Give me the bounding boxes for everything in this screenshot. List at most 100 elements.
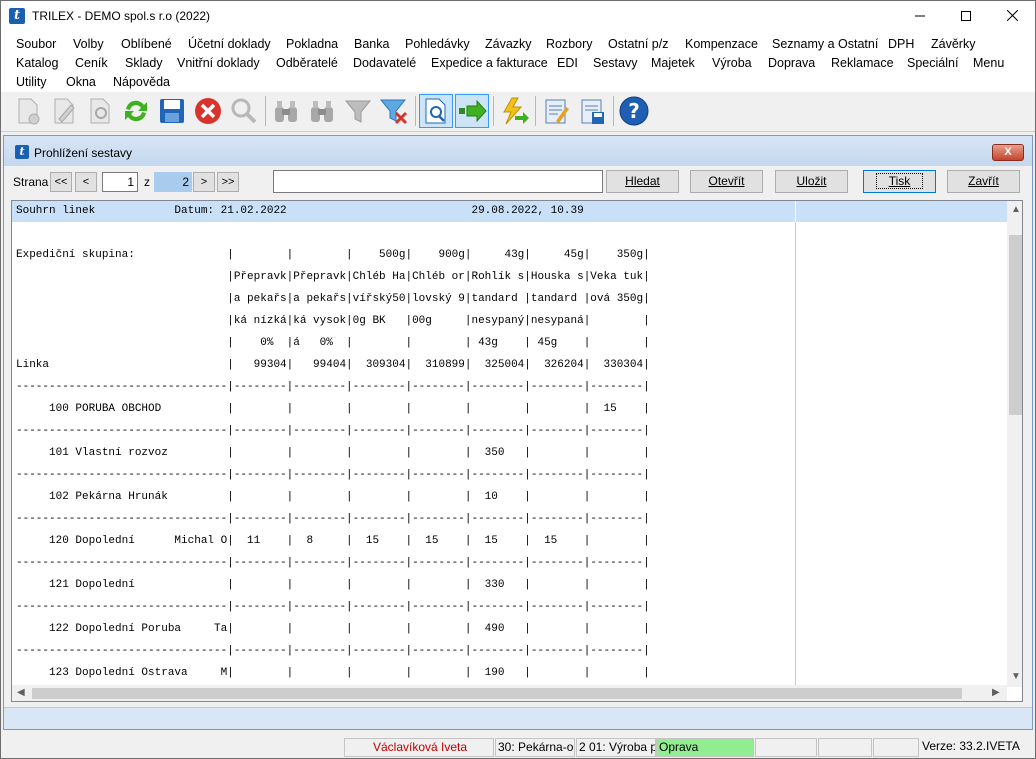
svg-text:?: ? [628, 99, 640, 123]
notes-save-button[interactable] [575, 94, 609, 128]
arrow-right-icon [459, 99, 487, 123]
filter-button[interactable] [341, 94, 375, 128]
menu-majetek[interactable]: Majetek [651, 56, 695, 70]
report-navigation: Strana << < 1 z 2 > >> Hledat Otevřít Ul… [4, 166, 1032, 196]
lightning-icon [503, 97, 529, 125]
close-report-button[interactable]: Zavřít [947, 170, 1020, 193]
vertical-scrollbar[interactable]: ▲ ▼ [1007, 201, 1022, 687]
vertical-scroll-thumb[interactable] [1009, 235, 1022, 415]
save-icon [160, 99, 184, 123]
menu-pohledavky[interactable]: Pohledávky [405, 37, 470, 51]
menu-rozbory[interactable]: Rozbory [546, 37, 593, 51]
menu-seznamy[interactable]: Seznamy a Ostatní [772, 37, 878, 51]
maximize-button[interactable] [943, 1, 989, 32]
report-divider [795, 201, 796, 222]
cancel-button[interactable] [191, 94, 225, 128]
menu-vnitrni-doklady[interactable]: Vnitřní doklady [177, 56, 260, 70]
cancel-icon [195, 98, 221, 124]
report-viewer-footer [4, 707, 1032, 729]
menu-vyroba[interactable]: Výroba [712, 56, 752, 70]
status-empty-cell [755, 738, 817, 757]
view-document-button[interactable] [83, 94, 117, 128]
save-button[interactable] [155, 94, 189, 128]
search-input[interactable] [273, 170, 603, 193]
report-line: |ká nízká|ká vysok|0g BK |00g |nesypaný|… [16, 315, 650, 327]
status-version: Verze: 33.2.IVETA [922, 739, 1020, 753]
menu-zaverky[interactable]: Závěrky [931, 37, 975, 51]
notebook-save-icon [581, 99, 604, 124]
maximize-icon [961, 11, 971, 21]
report-line: 120 Dopolední Michal O| 11 | 8 | 15 | 15… [16, 535, 650, 547]
menu-soubor[interactable]: Soubor [16, 37, 56, 51]
report-line: 122 Dopolední Poruba Ta| | | | | 490 | |… [16, 623, 650, 635]
menu-cenik[interactable]: Ceník [75, 56, 108, 70]
toolbar-separator [613, 96, 614, 126]
report-line: Souhrn linek Datum: 21.02.2022 29.08.202… [16, 205, 584, 217]
page-number-input[interactable]: 1 [102, 172, 138, 192]
report-viewer-title: Prohlížení sestavy [34, 146, 133, 160]
print-button[interactable]: Tisk [863, 170, 936, 193]
search-button[interactable]: Hledat [606, 170, 679, 193]
notes-button[interactable] [539, 94, 573, 128]
menu-menu[interactable]: Menu [973, 56, 1004, 70]
menu-zavazky[interactable]: Závazky [485, 37, 532, 51]
scroll-left-icon[interactable]: ◀ [17, 687, 25, 698]
status-bar: Václavíková Iveta 30: Pekárna-ob 2 01: V… [1, 736, 1035, 758]
last-page-button[interactable]: >> [217, 172, 239, 192]
menu-napoveda[interactable]: Nápověda [113, 75, 170, 89]
menu-ucetni-doklady[interactable]: Účetní doklady [188, 37, 271, 51]
menu-expedice[interactable]: Expedice a fakturace [431, 56, 548, 70]
page-total: 2 [154, 172, 192, 192]
menu-edi[interactable]: EDI [557, 56, 578, 70]
scroll-down-icon[interactable]: ▼ [1011, 671, 1021, 682]
menu-kompenzace[interactable]: Kompenzace [685, 37, 758, 51]
menu-pokladna[interactable]: Pokladna [286, 37, 338, 51]
menu-utility[interactable]: Utility [16, 75, 47, 89]
notebook-edit-icon [545, 99, 569, 124]
next-page-button[interactable]: > [193, 172, 215, 192]
menu-sestavy[interactable]: Sestavy [593, 56, 637, 70]
menu-dodavatele[interactable]: Dodavatelé [353, 56, 416, 70]
report-line: --------------------------------|-------… [16, 601, 650, 613]
menu-ostatni-pz[interactable]: Ostatní p/z [608, 37, 668, 51]
menu-banka[interactable]: Banka [354, 37, 389, 51]
menu-okna[interactable]: Okna [66, 75, 96, 89]
menu-reklamace[interactable]: Reklamace [831, 56, 894, 70]
close-window-button[interactable] [989, 1, 1035, 32]
open-button[interactable]: Otevřít [690, 170, 763, 193]
save-report-button[interactable]: Uložit [775, 170, 848, 193]
scroll-right-icon[interactable]: ▶ [992, 687, 1000, 698]
run-button[interactable] [497, 94, 531, 128]
help-button[interactable]: ? [617, 94, 651, 128]
search-button-label: Hledat [625, 174, 660, 188]
first-page-button[interactable]: << [50, 172, 72, 192]
menu-specialni[interactable]: Speciální [907, 56, 958, 70]
close-icon [1006, 9, 1018, 22]
report-viewer-close-button[interactable]: X [992, 144, 1024, 161]
menu-sklady[interactable]: Sklady [125, 56, 163, 70]
menu-doprava[interactable]: Doprava [768, 56, 815, 70]
preview-button[interactable] [419, 94, 453, 128]
minimize-button[interactable] [897, 1, 943, 32]
horizontal-scrollbar[interactable]: ◀ ▶ [12, 685, 1007, 701]
menu-oblibene[interactable]: Oblíbené [121, 37, 172, 51]
export-arrow-button[interactable] [455, 94, 489, 128]
find-button[interactable] [227, 94, 261, 128]
report-divider [795, 222, 796, 687]
edit-document-button[interactable] [47, 94, 81, 128]
horizontal-scroll-thumb[interactable] [32, 688, 962, 699]
new-document-button[interactable] [11, 94, 45, 128]
menu-odberatele[interactable]: Odběratelé [276, 56, 338, 70]
scroll-up-icon[interactable]: ▲ [1011, 204, 1021, 215]
menu-volby[interactable]: Volby [73, 37, 104, 51]
menu-katalog[interactable]: Katalog [16, 56, 58, 70]
menu-bar: Soubor Volby Oblíbené Účetní doklady Pok… [1, 32, 1035, 92]
menu-dph[interactable]: DPH [888, 37, 914, 51]
prev-page-button[interactable]: < [75, 172, 97, 192]
binoculars-next-button[interactable] [305, 94, 339, 128]
clear-filter-button[interactable] [377, 94, 411, 128]
report-content[interactable]: Souhrn linek Datum: 21.02.2022 29.08.202… [11, 200, 1023, 702]
binoculars-button[interactable] [269, 94, 303, 128]
refresh-button[interactable] [119, 94, 153, 128]
magnifier-icon [231, 98, 257, 124]
